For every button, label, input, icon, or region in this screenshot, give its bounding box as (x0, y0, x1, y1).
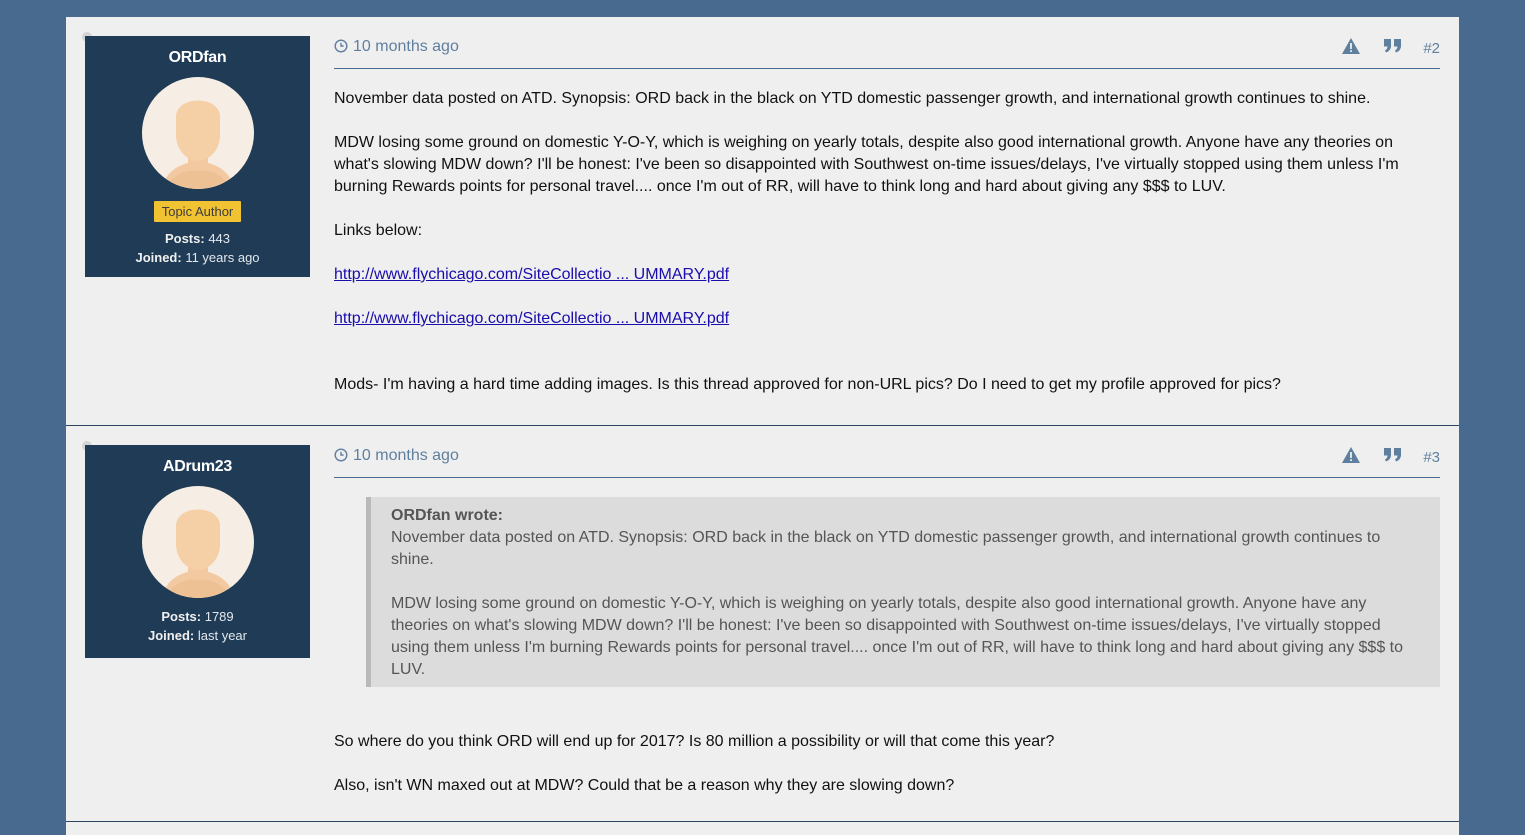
post-timestamp: 10 months ago (334, 447, 459, 467)
timestamp-text: 10 months ago (353, 447, 459, 464)
author-username[interactable]: ORDfan (85, 49, 310, 67)
default-avatar-icon[interactable] (141, 486, 254, 598)
author-stats: Posts: 1789 Joined: last year (85, 607, 310, 645)
post-number-link[interactable]: #2 (1423, 40, 1440, 57)
post-content: ORDfan wrote: November data posted on AT… (334, 478, 1440, 797)
author-profile-card: ADrum23 Posts: 1789 Joined: last year (85, 445, 310, 658)
post-paragraph: Mods- I'm having a hard time adding imag… (334, 376, 1281, 393)
posts-count: 443 (208, 231, 231, 246)
posts-label: Posts: (164, 231, 205, 246)
quote-marks-icon[interactable] (1383, 447, 1403, 467)
default-avatar-icon[interactable] (141, 77, 254, 189)
joined-line: Joined: last year (85, 626, 310, 645)
clock-icon (334, 448, 348, 467)
quoted-post: ORDfan wrote: November data posted on AT… (366, 497, 1440, 687)
author-profile-card: ORDfan Topic Author Posts: 443 Joined: 1… (85, 36, 310, 277)
pdf-link[interactable]: http://www.flychicago.com/SiteCollectio … (334, 266, 729, 283)
author-username[interactable]: ADrum23 (85, 458, 310, 476)
post: ADrum23 Posts: 1789 Joined: last year 10… (66, 426, 1459, 822)
post-paragraph: Links below: (334, 222, 423, 239)
post-number-link[interactable]: #3 (1423, 449, 1440, 466)
quote-paragraph: November data posted on ATD. Synopsis: O… (391, 529, 1381, 568)
joined-label: Joined: (135, 250, 182, 265)
joined-line: Joined: 11 years ago (85, 248, 310, 267)
author-stats: Posts: 443 Joined: 11 years ago (85, 229, 310, 267)
quote-paragraph: MDW losing some ground on domestic Y-O-Y… (391, 595, 1403, 678)
post-content: November data posted on ATD. Synopsis: O… (334, 69, 1440, 396)
warning-triangle-icon[interactable] (1341, 37, 1361, 60)
topic-author-badge: Topic Author (153, 201, 242, 222)
joined-value: last year (197, 628, 247, 643)
post-header: 10 months ago #3 (334, 445, 1440, 478)
post-body: 10 months ago #3 ORDfan wrote: November … (334, 445, 1440, 819)
quote-marks-icon[interactable] (1383, 38, 1403, 58)
pdf-link[interactable]: http://www.flychicago.com/SiteCollectio … (334, 310, 729, 327)
posts-count-line: Posts: 443 (85, 229, 310, 248)
joined-label: Joined: (148, 628, 195, 643)
clock-icon (334, 39, 348, 58)
joined-value: 11 years ago (185, 250, 260, 265)
warning-triangle-icon[interactable] (1341, 446, 1361, 469)
post-actions: #2 (1341, 36, 1440, 60)
post-paragraph: MDW losing some ground on domestic Y-O-Y… (334, 134, 1399, 195)
posts-count: 1789 (204, 609, 234, 624)
post-header: 10 months ago #2 (334, 36, 1440, 69)
post-timestamp: 10 months ago (334, 38, 459, 58)
thread-container: ORDfan Topic Author Posts: 443 Joined: 1… (66, 17, 1459, 835)
timestamp-text: 10 months ago (353, 38, 459, 55)
post-paragraph: Also, isn't WN maxed out at MDW? Could t… (334, 777, 955, 794)
post-actions: #3 (1341, 445, 1440, 469)
posts-count-line: Posts: 1789 (85, 607, 310, 626)
post-paragraph: So where do you think ORD will end up fo… (334, 733, 1055, 750)
posts-label: Posts: (161, 609, 202, 624)
post: ORDfan Topic Author Posts: 443 Joined: 1… (66, 17, 1459, 426)
post-paragraph: November data posted on ATD. Synopsis: O… (334, 90, 1371, 107)
quote-author: ORDfan wrote: (391, 507, 503, 524)
post-body: 10 months ago #2 November data posted on… (334, 36, 1440, 418)
